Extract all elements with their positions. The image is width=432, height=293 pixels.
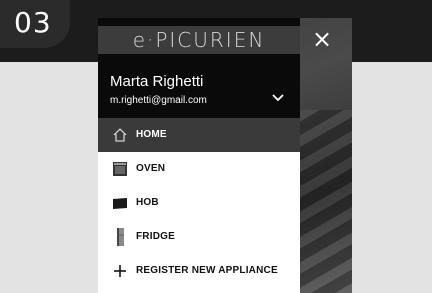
close-icon[interactable]: × bbox=[310, 27, 334, 52]
chevron-down-icon[interactable] bbox=[270, 90, 286, 106]
backdrop-texture bbox=[300, 110, 352, 293]
step-number: 03 bbox=[14, 6, 52, 39]
drawer-menu: HOME OVEN HOB FRIDGE REGISTER NEW APPLIA… bbox=[98, 118, 300, 288]
navigation-drawer: e·PICURIEN Marta Righetti m.righetti@gma… bbox=[98, 18, 300, 293]
brand-logo: e·PICURIEN bbox=[132, 28, 266, 52]
drawer-header: e·PICURIEN Marta Righetti m.righetti@gma… bbox=[98, 18, 300, 118]
menu-item-label: HOB bbox=[136, 197, 159, 208]
user-email: m.righetti@gmail.com bbox=[110, 95, 207, 106]
menu-item-label: FRIDGE bbox=[136, 231, 175, 242]
menu-item-home[interactable]: HOME bbox=[98, 118, 300, 152]
plus-icon bbox=[114, 265, 126, 277]
user-name: Marta Righetti bbox=[110, 73, 204, 90]
right-panel bbox=[352, 62, 432, 293]
step-tab: 03 bbox=[0, 0, 70, 48]
left-panel bbox=[0, 62, 98, 293]
oven-icon bbox=[113, 162, 127, 176]
menu-item-hob[interactable]: HOB bbox=[98, 186, 300, 220]
home-icon bbox=[113, 128, 127, 142]
menu-item-label: OVEN bbox=[136, 163, 166, 174]
menu-item-oven[interactable]: OVEN bbox=[98, 152, 300, 186]
menu-item-fridge[interactable]: FRIDGE bbox=[98, 220, 300, 254]
fridge-icon bbox=[117, 228, 124, 246]
menu-item-label: HOME bbox=[136, 129, 167, 140]
menu-item-label: REGISTER NEW APPLIANCE bbox=[136, 265, 278, 276]
menu-item-register[interactable]: REGISTER NEW APPLIANCE bbox=[98, 254, 300, 288]
hob-icon bbox=[113, 198, 127, 209]
